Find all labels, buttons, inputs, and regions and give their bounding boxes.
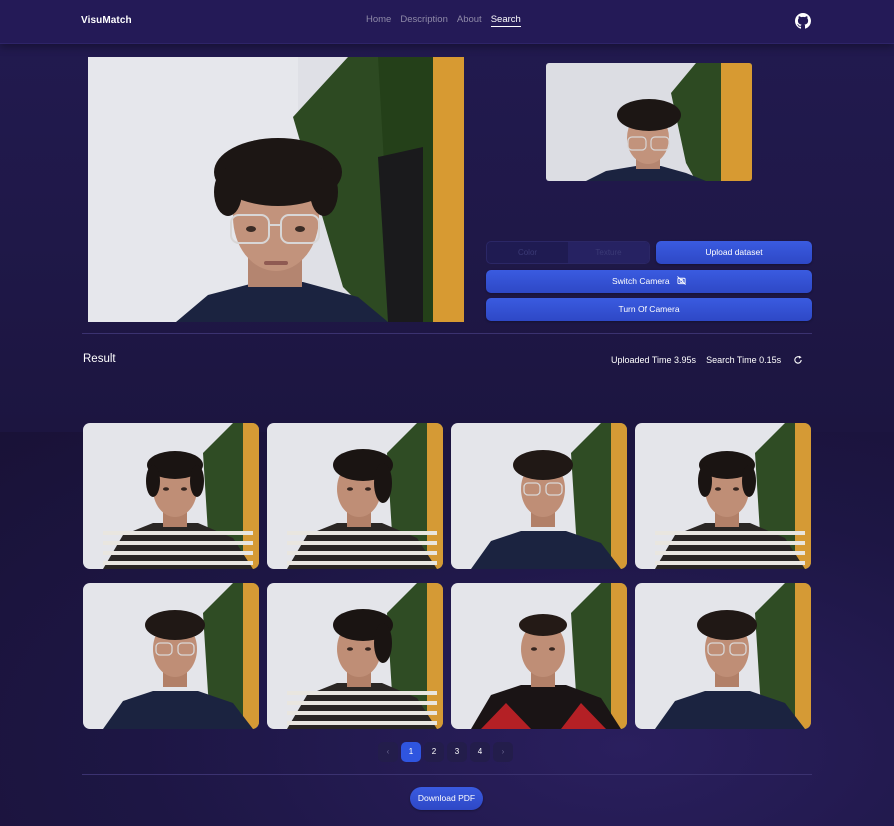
pagination-page-2[interactable]: 2 (424, 742, 444, 762)
result-photo (635, 583, 811, 729)
pagination: ‹ 1 2 3 4 › (378, 742, 513, 762)
result-image-card[interactable] (635, 583, 811, 729)
result-photo (83, 583, 259, 729)
result-image-card[interactable] (83, 423, 259, 569)
brand-logo[interactable]: VisuMatch (81, 15, 132, 26)
uploaded-time: Uploaded Time 3.95s (611, 355, 697, 365)
result-image-card[interactable] (83, 583, 259, 729)
result-photo (83, 423, 259, 569)
pagination-next-button[interactable]: › (493, 742, 513, 762)
switch-camera-label: Switch Camera (611, 276, 670, 286)
switch-camera-button[interactable]: Switch Camera (486, 270, 812, 293)
search-time: Search Time 0.15s (706, 355, 782, 365)
camera-off-icon (677, 276, 686, 286)
nav-home[interactable]: Home (366, 14, 391, 27)
result-title: Result (83, 353, 116, 365)
pagination-page-4[interactable]: 4 (470, 742, 490, 762)
result-photo (451, 583, 627, 729)
pagination-page-3[interactable]: 3 (447, 742, 467, 762)
pagination-prev-button[interactable]: ‹ (378, 742, 398, 762)
result-image-card[interactable] (451, 423, 627, 569)
section-divider (82, 333, 812, 334)
result-photo (635, 423, 811, 569)
live-camera-feed (88, 57, 464, 322)
result-image-card[interactable] (635, 423, 811, 569)
footer-divider (82, 774, 812, 775)
feature-mode-toggle: Color Texture (486, 241, 650, 264)
result-image-card[interactable] (451, 583, 627, 729)
result-photo (267, 423, 443, 569)
result-image-card[interactable] (267, 423, 443, 569)
mode-color-option[interactable]: Color (487, 242, 568, 263)
github-icon[interactable] (795, 13, 811, 29)
result-photo (451, 423, 627, 569)
upload-dataset-button[interactable]: Upload dataset (656, 241, 812, 264)
mode-texture-option[interactable]: Texture (568, 242, 649, 263)
result-stats: Uploaded Time 3.95s Search Time 0.15s (611, 355, 781, 365)
download-pdf-button[interactable]: Download PDF (410, 787, 483, 810)
nav-links: Home Description About Search (366, 14, 521, 27)
nav-about[interactable]: About (457, 14, 482, 27)
nav-search[interactable]: Search (490, 14, 521, 27)
captured-frame-preview (546, 63, 752, 181)
nav-description[interactable]: Description (400, 14, 448, 27)
result-grid (83, 423, 811, 729)
result-photo (267, 583, 443, 729)
result-image-card[interactable] (267, 583, 443, 729)
turn-off-camera-button[interactable]: Turn Of Camera (486, 298, 812, 321)
refresh-icon[interactable] (793, 355, 803, 365)
navbar: VisuMatch Home Description About Search (0, 0, 894, 44)
pagination-page-1[interactable]: 1 (401, 742, 421, 762)
